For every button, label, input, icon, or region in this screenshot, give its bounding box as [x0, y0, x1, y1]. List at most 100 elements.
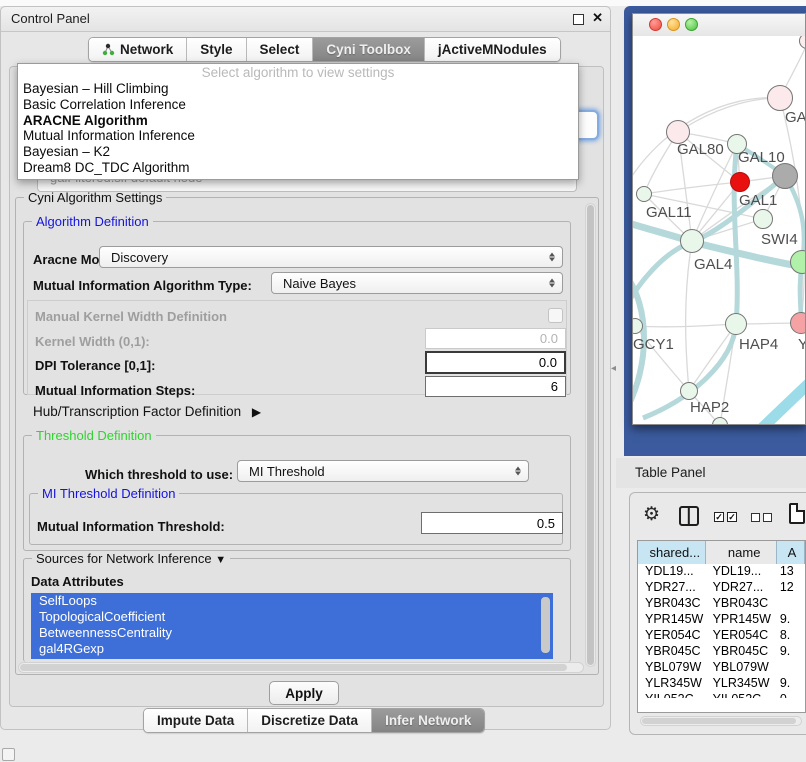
mi-algorithm-type-label: Mutual Information Algorithm Type:: [33, 278, 252, 293]
tab-label: Infer Network: [385, 713, 471, 728]
network-node-gal4[interactable]: [680, 229, 704, 253]
node-label: HAP4: [739, 336, 778, 353]
settings-hscrollbar[interactable]: [18, 662, 584, 673]
network-node-gal[interactable]: [767, 85, 793, 111]
table-row[interactable]: YPR145WYPR145W9.: [638, 612, 805, 628]
table-row[interactable]: YBR043CYBR043C: [638, 596, 805, 612]
table-hscrollbar[interactable]: [640, 716, 802, 726]
mi-algorithm-type-combobox[interactable]: Naive Bayes: [271, 272, 563, 294]
tab-impute-data[interactable]: Impute Data: [144, 709, 248, 732]
attribute-item-selected[interactable]: gal4RGexp: [31, 641, 553, 657]
algorithm-option[interactable]: Bayesian – K2: [18, 144, 578, 160]
stepper-arrows-icon: [549, 253, 555, 262]
tab-infer-network[interactable]: Infer Network: [372, 709, 484, 732]
dpi-tolerance-label: DPI Tolerance [0,1]:: [35, 358, 155, 373]
zoom-traffic-light-icon[interactable]: [685, 18, 698, 31]
network-node[interactable]: [730, 172, 750, 192]
network-node-gal11[interactable]: [636, 186, 652, 202]
panel-collapse-icon[interactable]: [2, 748, 15, 761]
network-canvas[interactable]: GALGAL80GAL10GAL1GAL11GAL4SWI4GCY1HAP4YH…: [633, 36, 805, 424]
table-row[interactable]: YIL052CYIL052C0: [638, 692, 805, 698]
close-icon[interactable]: ✕: [592, 10, 603, 26]
control-panel-title: Control Panel: [11, 11, 90, 26]
kernel-width-field[interactable]: 0.0: [425, 328, 566, 349]
algorithm-option[interactable]: Bayesian – Hill Climbing: [18, 81, 578, 97]
hub-section-toggle[interactable]: Hub/Transcription Factor Definition ▶: [33, 404, 261, 419]
attribute-item-selected[interactable]: SelfLoops: [31, 593, 553, 609]
close-traffic-light-icon[interactable]: [649, 18, 662, 31]
which-threshold-combobox[interactable]: MI Threshold: [237, 460, 529, 482]
table-row[interactable]: YLR345WYLR345W9.: [638, 676, 805, 692]
gear-icon[interactable]: ⚙: [643, 503, 660, 526]
node-label: Y: [798, 336, 805, 353]
network-node-hap2[interactable]: [680, 382, 698, 400]
splitter-collapse-icon[interactable]: ◂: [611, 363, 616, 374]
algorithm-option[interactable]: Dream8 DC_TDC Algorithm: [18, 160, 578, 176]
table-row[interactable]: YBL079WYBL079W: [638, 660, 805, 676]
column-header-1[interactable]: shared...: [638, 541, 706, 564]
tab-select[interactable]: Select: [247, 38, 314, 61]
mi-threshold-label: Mutual Information Threshold:: [37, 519, 225, 534]
new-table-icon[interactable]: [789, 503, 805, 524]
aracne-mode-combobox[interactable]: Discovery: [99, 246, 563, 268]
table-row[interactable]: YDR27...YDR27...12: [638, 580, 805, 596]
tab-discretize-data[interactable]: Discretize Data: [248, 709, 372, 732]
bottom-tab-bar: Impute DataDiscretize Data Infer Network: [143, 708, 485, 733]
sources-legend-label: Sources for Network Inference: [36, 551, 212, 566]
mi-steps-field[interactable]: 6: [425, 376, 566, 397]
attribute-item-selected[interactable]: TopologicalCoefficient: [31, 609, 553, 625]
mi-threshold-field[interactable]: 0.5: [421, 512, 563, 534]
table-row[interactable]: YER054CYER054C8.: [638, 628, 805, 644]
minimize-traffic-light-icon[interactable]: [667, 18, 680, 31]
dpi-tolerance-field[interactable]: 0.0: [425, 351, 566, 374]
algorithm-option[interactable]: Mutual Information Inference: [18, 128, 578, 144]
which-threshold-value: MI Threshold: [249, 464, 325, 479]
table-cell: YPR145W: [638, 612, 706, 628]
table-cell: 12: [777, 580, 805, 596]
node-label: GCY1: [633, 336, 674, 353]
network-node-y[interactable]: [790, 312, 805, 334]
algorithm-option[interactable]: Basic Correlation Inference: [18, 97, 578, 113]
column-header-2[interactable]: name: [706, 541, 777, 564]
node-label: GAL10: [738, 149, 785, 166]
network-node-hap4[interactable]: [725, 313, 747, 335]
network-node-gal1[interactable]: [753, 209, 773, 229]
tab-style[interactable]: Style: [187, 38, 246, 61]
tab-cyni-toolbox[interactable]: Cyni Toolbox: [313, 38, 425, 61]
tab-jactivemnodules[interactable]: jActiveMNodules: [425, 38, 560, 61]
kernel-width-value: 0.0: [540, 331, 558, 346]
select-all-columns-icon[interactable]: ✓✓: [714, 512, 737, 522]
algorithm-option[interactable]: ARACNE Algorithm: [18, 113, 578, 129]
mi-steps-label: Mutual Information Steps:: [35, 383, 195, 398]
algorithm-placeholder: Select algorithm to view settings: [18, 64, 578, 81]
split-columns-icon[interactable]: [679, 506, 699, 526]
tab-label: Select: [260, 42, 300, 57]
table-cell: YLR345W: [706, 676, 777, 692]
table-row[interactable]: YDL19...YDL19...13: [638, 564, 805, 580]
table-cell: YDL19...: [706, 564, 777, 580]
sources-legend[interactable]: Sources for Network Inference ▼: [32, 551, 230, 566]
table-cell: YIL052C: [638, 692, 706, 698]
float-window-icon[interactable]: [573, 14, 584, 25]
tab-network[interactable]: Network: [89, 38, 187, 61]
table-cell: YDL19...: [638, 564, 706, 580]
table-header-row: shared...nameA: [638, 541, 805, 564]
manual-kernel-checkbox[interactable]: [548, 308, 563, 323]
node-label: HAP2: [690, 399, 729, 416]
table-cell: YDR27...: [706, 580, 777, 596]
data-attributes-list[interactable]: SelfLoopsTopologicalCoefficientBetweenne…: [31, 593, 553, 659]
column-header-3[interactable]: A: [777, 541, 805, 564]
which-threshold-label: Which threshold to use:: [85, 467, 233, 482]
mi-steps-value: 6: [551, 379, 558, 394]
table-cell: YER054C: [706, 628, 777, 644]
attribute-item-selected[interactable]: BetweennessCentrality: [31, 625, 553, 641]
settings-scrollbar[interactable]: [585, 203, 596, 667]
attributes-scrollbar-thumb[interactable]: [541, 597, 550, 653]
network-node[interactable]: [772, 163, 798, 189]
apply-button[interactable]: Apply: [269, 681, 339, 705]
table-row[interactable]: YBR045CYBR045C9.: [638, 644, 805, 660]
table-cell: YBR043C: [638, 596, 706, 612]
deselect-all-columns-icon[interactable]: [751, 513, 772, 522]
network-window-titlebar[interactable]: [633, 14, 805, 37]
top-tab-bar: NetworkStyle Select Cyni ToolboxjActiveMNo…: [88, 37, 561, 62]
